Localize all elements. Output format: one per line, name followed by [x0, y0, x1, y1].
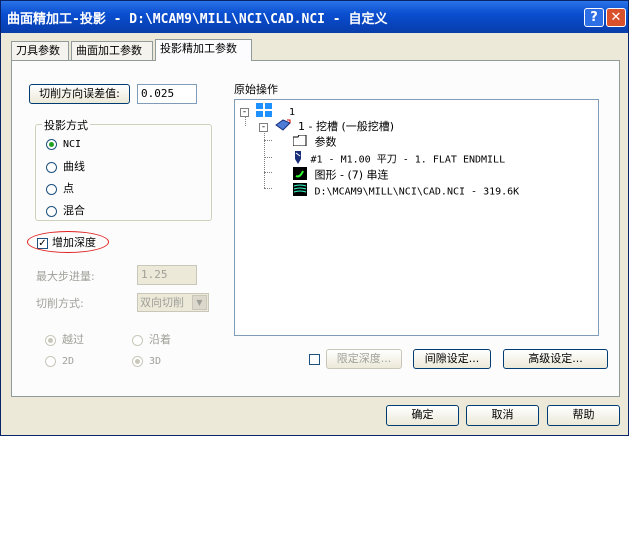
- tree-title: 原始操作: [234, 83, 278, 96]
- advanced-settings-button[interactable]: 高级设定...: [503, 349, 608, 369]
- tree-child-params[interactable]: 参数: [292, 134, 337, 150]
- dialog-window: 曲面精加工-投影 - D:\MCAM9\MILL\NCI\CAD.NCI - 自…: [0, 0, 629, 436]
- tree-child-tool[interactable]: #1 - M1.00 平刀 - 1. FLAT ENDMILL: [293, 151, 506, 168]
- radio-dot[interactable]: [46, 183, 57, 195]
- radio-cross[interactable]: 越过: [45, 333, 84, 347]
- radio-dot[interactable]: [46, 138, 57, 150]
- tolerance-button[interactable]: 切削方向误差值:: [29, 84, 130, 104]
- ok-button[interactable]: 确定: [386, 405, 459, 426]
- operation-icon: [274, 119, 291, 135]
- radio-nci-label: NCI: [63, 139, 82, 150]
- folder-icon: [292, 134, 307, 150]
- checkbox-empty-icon[interactable]: [309, 353, 320, 365]
- radio-2d-label: 2D: [62, 356, 75, 367]
- geometry-icon: [293, 167, 307, 184]
- radio-curve[interactable]: 曲线: [46, 160, 85, 174]
- radio-nci[interactable]: NCI: [46, 138, 81, 152]
- radio-mixed[interactable]: 混合: [46, 204, 85, 218]
- operations-tree[interactable]: - 1 - 1 - 挖槽 (一般挖槽) 参数 #1 - M1.00 平刀 - 1…: [234, 99, 599, 336]
- radio-point-label: 点: [63, 182, 74, 195]
- radio-dot[interactable]: [45, 355, 56, 367]
- radio-dot[interactable]: [45, 334, 56, 346]
- tree-child-geometry[interactable]: 图形 - (7) 串连: [293, 167, 389, 184]
- limit-depth-checkbox[interactable]: [309, 352, 324, 366]
- title-bar[interactable]: 曲面精加工-投影 - D:\MCAM9\MILL\NCI\CAD.NCI - 自…: [1, 1, 628, 33]
- collapse-icon[interactable]: -: [259, 122, 268, 132]
- tree-child-tool-label: #1 - M1.00 平刀 - 1. FLAT ENDMILL: [310, 154, 506, 166]
- tree-child-nci-label: D:\MCAM9\MILL\NCI\CAD.NCI - 319.6K: [314, 186, 520, 198]
- radio-dot[interactable]: [132, 355, 143, 367]
- radio-cross-label: 越过: [62, 333, 84, 346]
- limit-depth-button[interactable]: 限定深度...: [326, 349, 402, 369]
- radio-dot[interactable]: [46, 205, 57, 217]
- tree-operation[interactable]: - 1 - 挖槽 (一般挖槽): [259, 119, 394, 133]
- tab-surface-params[interactable]: 曲面加工参数: [71, 41, 153, 60]
- chevron-down-icon[interactable]: ▼: [192, 295, 207, 310]
- red-annotation-ellipse: [27, 231, 109, 253]
- tab-projection-params[interactable]: 投影精加工参数: [155, 39, 252, 61]
- max-step-label: 最大步进量:: [36, 270, 95, 283]
- radio-2d[interactable]: 2D: [45, 355, 74, 369]
- radio-3d[interactable]: 3D: [132, 355, 161, 369]
- tree-child-geometry-label: 图形 - (7) 串连: [314, 168, 389, 182]
- radio-along-label: 沿着: [149, 333, 171, 346]
- tree-child-params-label: 参数: [314, 135, 337, 149]
- tolerance-input[interactable]: 0.025: [137, 84, 197, 104]
- radio-3d-label: 3D: [149, 356, 162, 367]
- help-button[interactable]: 帮助: [547, 405, 620, 426]
- radio-curve-label: 曲线: [63, 160, 85, 173]
- gap-settings-button[interactable]: 间隙设定...: [413, 349, 491, 369]
- tree-child-nci[interactable]: D:\MCAM9\MILL\NCI\CAD.NCI - 319.6K: [293, 183, 520, 200]
- window-title: 曲面精加工-投影 - D:\MCAM9\MILL\NCI\CAD.NCI - 自…: [7, 12, 388, 27]
- cut-method-label: 切削方式:: [36, 297, 84, 310]
- radio-dot[interactable]: [132, 334, 143, 346]
- radio-along[interactable]: 沿着: [132, 333, 171, 347]
- radio-dot[interactable]: [46, 161, 57, 173]
- help-icon[interactable]: ?: [584, 8, 604, 27]
- cut-method-value: 双向切削: [140, 296, 184, 309]
- radio-mixed-label: 混合: [63, 204, 85, 217]
- cut-method-select[interactable]: 双向切削 ▼: [137, 293, 209, 312]
- tree-root-label: 1: [289, 107, 296, 118]
- tree-operation-label: 1 - 挖槽 (一般挖槽): [298, 120, 395, 133]
- tool-icon: [293, 151, 303, 168]
- collapse-icon[interactable]: -: [240, 107, 249, 117]
- max-step-input[interactable]: 1.25: [137, 265, 197, 285]
- projection-method-title: 投影方式: [42, 117, 90, 133]
- cancel-button[interactable]: 取消: [466, 405, 539, 426]
- close-icon[interactable]: ✕: [606, 8, 626, 27]
- tab-tool-params[interactable]: 刀具参数: [11, 41, 69, 60]
- radio-point[interactable]: 点: [46, 182, 74, 196]
- tree-root[interactable]: - 1: [240, 103, 296, 118]
- nci-file-icon: [293, 183, 307, 200]
